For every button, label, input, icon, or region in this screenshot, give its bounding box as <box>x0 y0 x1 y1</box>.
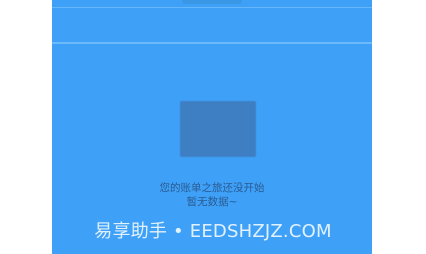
top-tab-indicator <box>182 0 242 4</box>
bill-list-screen: 您的账单之旅还没开始 暂无数据~ <box>52 0 372 254</box>
header-divider <box>52 42 372 44</box>
empty-state-subtitle: 暂无数据~ <box>186 196 238 208</box>
empty-state-title: 您的账单之旅还没开始 <box>159 182 265 194</box>
top-divider <box>52 7 372 8</box>
empty-state-illustration <box>180 101 256 157</box>
watermark-text: 易享助手 • EEDSHZJZ.COM <box>94 221 332 242</box>
screenshot-stage: 您的账单之旅还没开始 暂无数据~ 易享助手 • EEDSHZJZ.COM <box>0 0 426 254</box>
